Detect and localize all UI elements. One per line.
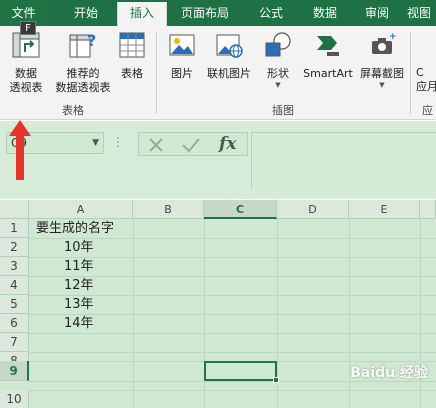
smartart-button[interactable]: SmartArt [300, 30, 356, 81]
row-header-10[interactable]: 10 [0, 390, 29, 408]
row-header-3[interactable]: 3 [0, 257, 29, 276]
column-header-a[interactable]: A [29, 200, 133, 219]
column-header-b[interactable]: B [133, 200, 204, 219]
tab-page-layout[interactable]: 页面布局 [170, 0, 240, 26]
smartart-icon [317, 36, 339, 56]
shapes-label: 形状 [267, 67, 289, 80]
row-header-5[interactable]: 5 [0, 295, 29, 314]
screenshot-button[interactable]: + 屏幕截图 ▼ [356, 30, 408, 89]
group-separator [156, 32, 157, 114]
cell-a5[interactable]: 13年 [64, 295, 94, 314]
tab-review[interactable]: 审阅 [354, 0, 400, 26]
row-header-4[interactable]: 4 [0, 276, 29, 295]
ribbon-tab-strip: 文件 开始 插入 页面布局 公式 数据 审阅 视图 [0, 0, 436, 27]
row-header-6[interactable]: 6 [0, 314, 29, 333]
keytip-badge: F [20, 21, 36, 35]
screenshot-dropdown-icon: ▼ [379, 81, 385, 89]
table-icon [119, 32, 145, 58]
select-all-corner[interactable] [0, 200, 29, 219]
tab-formulas[interactable]: 公式 [246, 0, 296, 26]
cell-a2[interactable]: 10年 [64, 238, 94, 257]
watermark: Baidu 经验 [350, 365, 428, 381]
tab-home[interactable]: 开始 [58, 0, 114, 26]
formula-input[interactable] [251, 132, 436, 188]
apps-label-line1: C [416, 66, 424, 79]
smartart-label: SmartArt [303, 67, 353, 80]
name-box-dropdown-icon[interactable]: ▼ [92, 133, 99, 153]
pictures-button[interactable]: 图片 [164, 30, 200, 81]
column-header-e[interactable]: E [349, 200, 420, 219]
recommended-pivot-button[interactable]: ? 推荐的 数据透视表 [52, 30, 114, 95]
row-header-7[interactable]: 7 [0, 333, 29, 352]
shapes-dropdown-icon: ▼ [275, 81, 281, 89]
pivot-table-label-line2: 透视表 [9, 81, 43, 94]
gridline [29, 390, 436, 391]
apps-label-line2: 应月 [416, 80, 436, 93]
shapes-icon [265, 32, 291, 57]
group-label-illustrations: 插图 [272, 104, 294, 117]
svg-text:?: ? [87, 31, 96, 50]
formula-buttons: fx [138, 132, 248, 156]
online-pictures-label: 联机图片 [207, 67, 251, 80]
cell-a3[interactable]: 11年 [64, 257, 94, 276]
cell-a4[interactable]: 12年 [64, 276, 94, 295]
cell-a6[interactable]: 14年 [64, 314, 94, 333]
fill-handle[interactable] [273, 377, 279, 383]
pivot-table-label-line1: 数据 [15, 67, 37, 80]
recommended-pivot-label-line2: 数据透视表 [55, 81, 111, 94]
gridline [29, 333, 436, 334]
annotation-arrow-icon [9, 120, 31, 180]
gridline [29, 352, 436, 353]
apps-button[interactable]: C 应月 [416, 66, 436, 94]
row-header-1[interactable]: 1 [0, 219, 29, 238]
tab-view[interactable]: 视图 [402, 0, 436, 26]
recommended-pivot-label-line1: 推荐的 [66, 67, 100, 80]
picture-icon [169, 34, 195, 56]
column-header-f[interactable] [420, 200, 436, 219]
online-pictures-button[interactable]: 联机图片 [202, 30, 256, 81]
insert-function-icon[interactable]: fx [219, 133, 236, 155]
svg-text:+: + [389, 32, 397, 42]
formula-bar-resize-handle[interactable]: ⋮ [112, 135, 125, 149]
cancel-icon[interactable] [147, 136, 165, 154]
group-label-tables: 表格 [62, 104, 84, 117]
column-header-d[interactable]: D [277, 200, 349, 219]
table-button[interactable]: 表格 [114, 30, 150, 81]
formula-bar: C9 ▼ ⋮ fx [0, 121, 436, 199]
group-label-apps: 应 [422, 104, 433, 117]
row-header-9[interactable]: 9 [0, 361, 29, 381]
screenshot-label: 屏幕截图 [360, 67, 404, 80]
screenshot-icon: + [372, 32, 397, 54]
enter-check-icon[interactable] [181, 136, 201, 154]
pivot-table-button[interactable]: 数据 透视表 [4, 30, 48, 95]
group-separator [410, 32, 411, 114]
tab-insert[interactable]: 插入 [117, 2, 167, 27]
cell-a1[interactable]: 要生成的名字 [36, 219, 114, 238]
pictures-label: 图片 [171, 67, 193, 80]
online-picture-icon [216, 34, 243, 58]
table-label: 表格 [121, 67, 143, 80]
recommended-pivot-icon: ? [69, 31, 96, 58]
shapes-button[interactable]: 形状 ▼ [260, 30, 296, 89]
tab-data[interactable]: 数据 [300, 0, 350, 26]
column-header-c[interactable]: C [204, 200, 277, 219]
ribbon: 数据 透视表 ? 推荐的 数据透视表 表格 表格 图片 联机图片 形状 ▼ Sm… [0, 26, 436, 120]
row-header-2[interactable]: 2 [0, 238, 29, 257]
active-cell-c9[interactable] [204, 361, 277, 381]
